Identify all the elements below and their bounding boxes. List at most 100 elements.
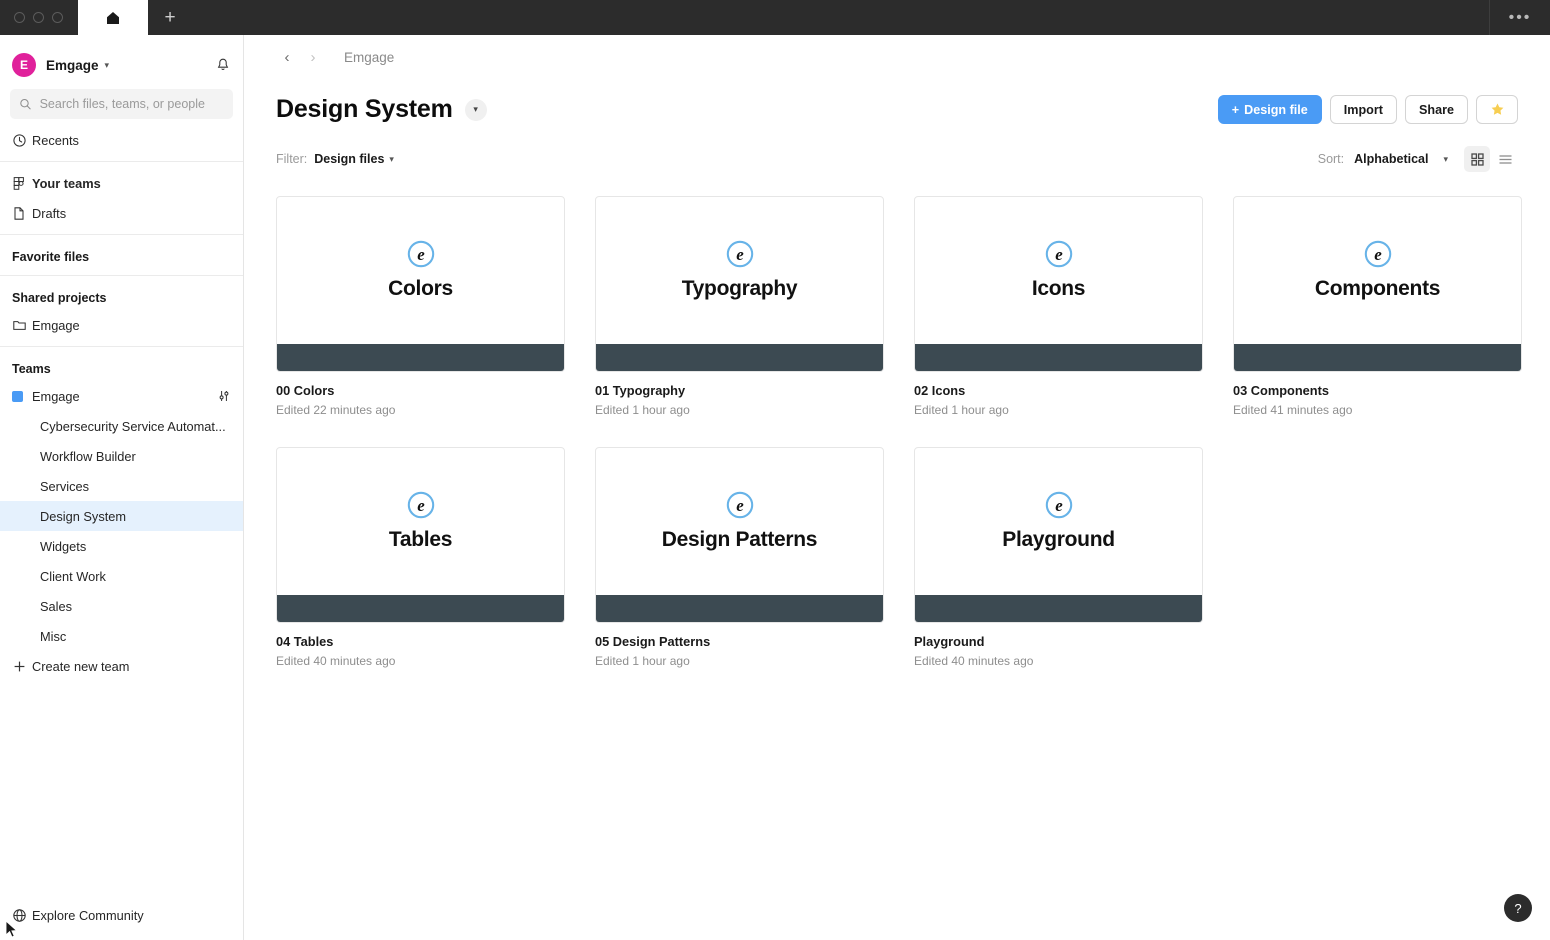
sidebar-item-label: Emgage xyxy=(32,388,80,404)
svg-text:e: e xyxy=(1055,245,1063,264)
sidebar-item-team-workflow-builder[interactable]: Workflow Builder xyxy=(0,441,243,471)
plus-icon xyxy=(12,659,32,674)
sidebar-item-recents[interactable]: Recents xyxy=(0,125,243,155)
file-card-3[interactable]: e Components 03 Components Edited 41 min… xyxy=(1233,196,1522,417)
thumbnail-title: Icons xyxy=(1031,276,1086,300)
sidebar-item-shared-emgage[interactable]: Emgage xyxy=(0,310,243,340)
sidebar: E Emgage ▾ Recents xyxy=(0,35,244,940)
view-toggle xyxy=(1464,146,1518,172)
sidebar-item-team-services[interactable]: Services xyxy=(0,471,243,501)
list-view-button[interactable] xyxy=(1492,146,1518,172)
file-card-4[interactable]: e Tables 04 Tables Edited 40 minutes ago xyxy=(276,447,565,668)
overflow-menu-icon[interactable]: ••• xyxy=(1490,0,1550,35)
sort-value[interactable]: Alphabetical xyxy=(1354,152,1428,166)
minimize-icon[interactable] xyxy=(33,12,44,23)
sliders-icon xyxy=(219,391,229,401)
file-thumbnail[interactable]: e Design Patterns xyxy=(595,447,884,623)
mouse-cursor xyxy=(5,920,18,938)
filter-chevron-down-icon[interactable]: ▾ xyxy=(389,154,394,165)
search-input[interactable] xyxy=(39,97,224,111)
breadcrumb: ‹ › Emgage xyxy=(244,35,1550,79)
filter-label: Filter: xyxy=(276,152,308,166)
team-settings-button[interactable] xyxy=(217,389,231,403)
emgage-e-logo-icon: e xyxy=(407,491,434,518)
account-name: Emgage xyxy=(46,57,99,73)
thumbnail-title: Design Patterns xyxy=(661,527,818,551)
help-button[interactable]: ? xyxy=(1504,894,1532,922)
create-new-team-button[interactable]: Create new team xyxy=(0,651,243,681)
account-switcher[interactable]: E Emgage ▾ xyxy=(10,45,233,85)
new-design-file-button[interactable]: + Design file xyxy=(1217,95,1322,124)
sidebar-item-team-client-work[interactable]: Client Work xyxy=(0,561,243,591)
maximize-icon[interactable] xyxy=(52,12,63,23)
sidebar-top: E Emgage ▾ xyxy=(0,35,243,125)
thumbnail-band xyxy=(596,344,883,371)
favorite-button[interactable] xyxy=(1476,95,1518,124)
filter-value[interactable]: Design files xyxy=(314,152,384,166)
filter-sort-bar: Filter: Design files ▾ Sort: Alphabetica… xyxy=(244,124,1550,172)
sidebar-item-team-misc[interactable]: Misc xyxy=(0,621,243,651)
new-tab-button[interactable]: + xyxy=(148,0,192,35)
file-edited-time: Edited 1 hour ago xyxy=(914,403,1009,417)
sidebar-item-label: Misc xyxy=(40,628,67,644)
file-card-0[interactable]: e Colors 00 Colors Edited 22 minutes ago xyxy=(276,196,565,417)
sidebar-divider xyxy=(0,161,243,162)
thumbnail-body: e Typography xyxy=(596,197,883,344)
sidebar-item-label: Your teams xyxy=(32,175,101,191)
file-name: 00 Colors xyxy=(276,383,335,398)
file-card-2[interactable]: e Icons 02 Icons Edited 1 hour ago xyxy=(914,196,1203,417)
sort-controls: Sort: Alphabetical ▾ xyxy=(1318,146,1518,172)
sidebar-divider xyxy=(0,234,243,235)
grid-view-button[interactable] xyxy=(1464,146,1490,172)
file-thumbnail[interactable]: e Colors xyxy=(276,196,565,372)
share-button[interactable]: Share xyxy=(1404,95,1468,124)
emgage-e-logo-icon: e xyxy=(726,240,753,267)
file-thumbnail[interactable]: e Components xyxy=(1233,196,1522,372)
svg-text:e: e xyxy=(1055,496,1063,515)
thumbnail-band xyxy=(277,344,564,371)
new-design-file-label: Design file xyxy=(1244,102,1308,117)
breadcrumb-path[interactable]: Emgage xyxy=(344,50,394,65)
search-bar[interactable] xyxy=(10,89,233,119)
nav-forward-button[interactable]: › xyxy=(302,46,324,68)
file-card-6[interactable]: e Playground Playground Edited 40 minute… xyxy=(914,447,1203,668)
sidebar-item-team-emgage[interactable]: Emgage xyxy=(0,381,243,411)
favorite-files-heading: Favorite files xyxy=(12,250,90,264)
file-thumbnail[interactable]: e Playground xyxy=(914,447,1203,623)
file-thumbnail[interactable]: e Icons xyxy=(914,196,1203,372)
file-edited-time: Edited 1 hour ago xyxy=(595,654,690,668)
svg-text:e: e xyxy=(417,496,425,515)
emgage-e-logo-icon: e xyxy=(407,240,434,267)
file-thumbnail[interactable]: e Tables xyxy=(276,447,565,623)
emgage-e-logo-icon: e xyxy=(1364,240,1391,267)
sort-chevron-down-icon[interactable]: ▾ xyxy=(1443,154,1448,165)
emgage-e-logo-icon: e xyxy=(1045,240,1072,267)
sidebar-item-label: Create new team xyxy=(32,658,130,674)
nav-back-button[interactable]: ‹ xyxy=(276,46,298,68)
page-title-menu-button[interactable]: ▾ xyxy=(464,98,487,121)
sidebar-item-your-teams[interactable]: Your teams xyxy=(0,168,243,198)
close-icon[interactable] xyxy=(14,12,25,23)
sidebar-item-label: Drafts xyxy=(32,205,67,221)
file-name: 05 Design Patterns xyxy=(595,634,711,649)
tab-home[interactable] xyxy=(78,0,148,35)
clock-icon xyxy=(12,133,32,148)
file-card-5[interactable]: e Design Patterns 05 Design Patterns Edi… xyxy=(595,447,884,668)
thumbnail-body: e Colors xyxy=(277,197,564,344)
file-card-1[interactable]: e Typography 01 Typography Edited 1 hour… xyxy=(595,196,884,417)
sidebar-item-team-sales[interactable]: Sales xyxy=(0,591,243,621)
list-view-icon xyxy=(1499,154,1511,164)
notifications-button[interactable] xyxy=(215,57,231,73)
folder-icon xyxy=(12,318,32,332)
file-edited-time: Edited 22 minutes ago xyxy=(276,403,396,417)
thumbnail-body: e Components xyxy=(1234,197,1521,344)
thumbnail-band xyxy=(277,595,564,622)
sidebar-item-team-design-system[interactable]: Design System xyxy=(0,501,243,531)
import-button[interactable]: Import xyxy=(1329,95,1397,124)
sidebar-item-team-widgets[interactable]: Widgets xyxy=(0,531,243,561)
sidebar-item-drafts[interactable]: Drafts xyxy=(0,198,243,228)
sidebar-item-team-cybersecurity[interactable]: Cybersecurity Service Automat... xyxy=(0,411,243,441)
search-icon xyxy=(20,98,31,110)
file-thumbnail[interactable]: e Typography xyxy=(595,196,884,372)
explore-community-button[interactable]: Explore Community xyxy=(0,900,243,930)
